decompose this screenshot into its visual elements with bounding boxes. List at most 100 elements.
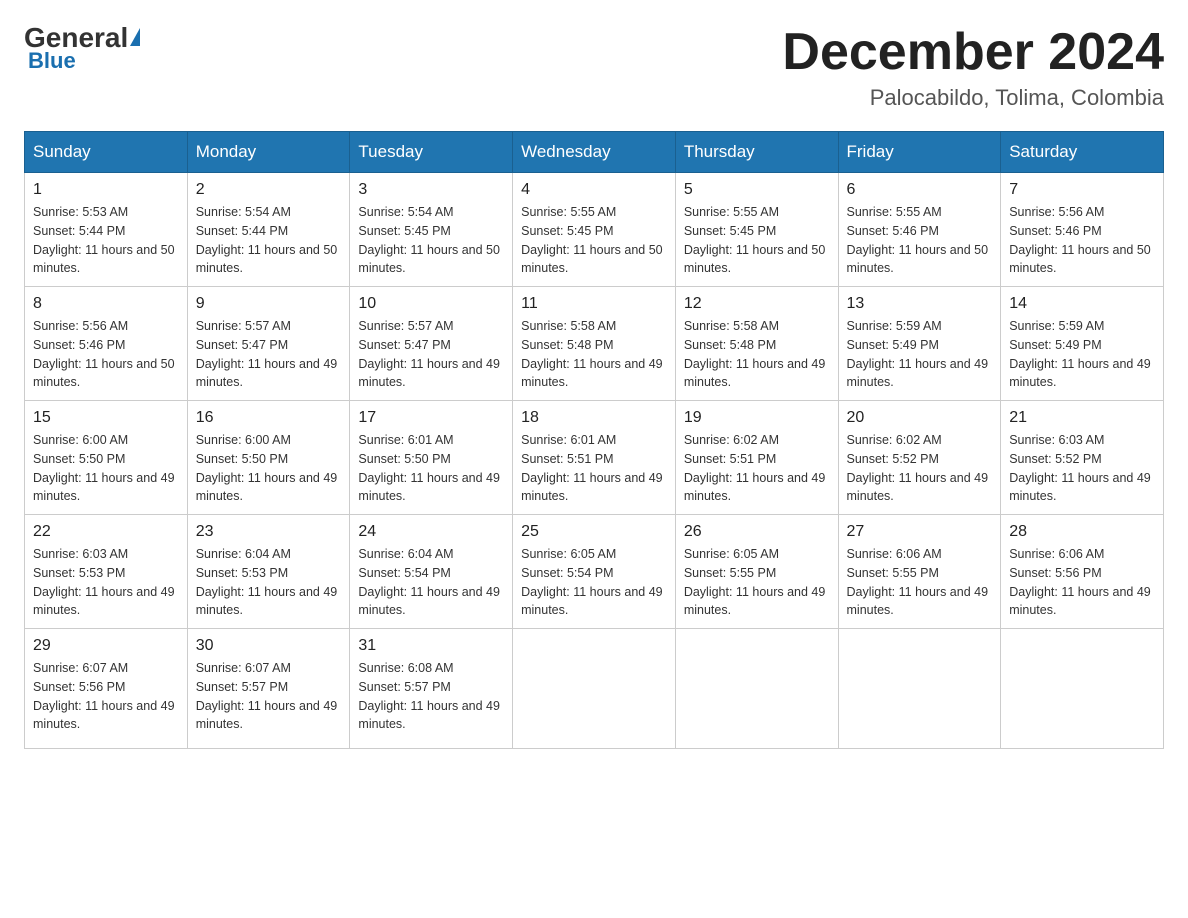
day-info: Sunrise: 6:00 AM Sunset: 5:50 PM Dayligh… (33, 431, 179, 506)
calendar-cell: 26 Sunrise: 6:05 AM Sunset: 5:55 PM Dayl… (675, 515, 838, 629)
day-number: 8 (33, 295, 179, 313)
calendar-cell: 19 Sunrise: 6:02 AM Sunset: 5:51 PM Dayl… (675, 401, 838, 515)
calendar-cell: 22 Sunrise: 6:03 AM Sunset: 5:53 PM Dayl… (25, 515, 188, 629)
day-number: 26 (684, 523, 830, 541)
day-number: 27 (847, 523, 993, 541)
day-number: 10 (358, 295, 504, 313)
day-info: Sunrise: 5:54 AM Sunset: 5:44 PM Dayligh… (196, 203, 342, 278)
day-number: 11 (521, 295, 667, 313)
calendar-cell: 13 Sunrise: 5:59 AM Sunset: 5:49 PM Dayl… (838, 287, 1001, 401)
calendar-cell: 12 Sunrise: 5:58 AM Sunset: 5:48 PM Dayl… (675, 287, 838, 401)
day-info: Sunrise: 5:54 AM Sunset: 5:45 PM Dayligh… (358, 203, 504, 278)
calendar-cell: 14 Sunrise: 5:59 AM Sunset: 5:49 PM Dayl… (1001, 287, 1164, 401)
calendar-cell: 27 Sunrise: 6:06 AM Sunset: 5:55 PM Dayl… (838, 515, 1001, 629)
calendar-cell: 1 Sunrise: 5:53 AM Sunset: 5:44 PM Dayli… (25, 173, 188, 287)
day-number: 15 (33, 409, 179, 427)
day-info: Sunrise: 6:00 AM Sunset: 5:50 PM Dayligh… (196, 431, 342, 506)
calendar-cell: 7 Sunrise: 5:56 AM Sunset: 5:46 PM Dayli… (1001, 173, 1164, 287)
header-monday: Monday (187, 132, 350, 173)
day-info: Sunrise: 6:08 AM Sunset: 5:57 PM Dayligh… (358, 659, 504, 734)
calendar-cell (513, 629, 676, 749)
calendar-cell: 23 Sunrise: 6:04 AM Sunset: 5:53 PM Dayl… (187, 515, 350, 629)
day-number: 2 (196, 181, 342, 199)
calendar-cell: 11 Sunrise: 5:58 AM Sunset: 5:48 PM Dayl… (513, 287, 676, 401)
day-number: 25 (521, 523, 667, 541)
day-info: Sunrise: 5:59 AM Sunset: 5:49 PM Dayligh… (1009, 317, 1155, 392)
calendar-cell: 17 Sunrise: 6:01 AM Sunset: 5:50 PM Dayl… (350, 401, 513, 515)
day-number: 31 (358, 637, 504, 655)
day-info: Sunrise: 5:53 AM Sunset: 5:44 PM Dayligh… (33, 203, 179, 278)
calendar-cell: 16 Sunrise: 6:00 AM Sunset: 5:50 PM Dayl… (187, 401, 350, 515)
day-info: Sunrise: 6:05 AM Sunset: 5:55 PM Dayligh… (684, 545, 830, 620)
day-number: 22 (33, 523, 179, 541)
day-number: 4 (521, 181, 667, 199)
day-number: 20 (847, 409, 993, 427)
calendar-cell: 10 Sunrise: 5:57 AM Sunset: 5:47 PM Dayl… (350, 287, 513, 401)
calendar-cell (675, 629, 838, 749)
week-row-1: 1 Sunrise: 5:53 AM Sunset: 5:44 PM Dayli… (25, 173, 1164, 287)
day-number: 7 (1009, 181, 1155, 199)
calendar-cell: 4 Sunrise: 5:55 AM Sunset: 5:45 PM Dayli… (513, 173, 676, 287)
day-number: 29 (33, 637, 179, 655)
day-number: 5 (684, 181, 830, 199)
header-friday: Friday (838, 132, 1001, 173)
day-number: 18 (521, 409, 667, 427)
location-title: Palocabildo, Tolima, Colombia (782, 85, 1164, 111)
calendar-cell: 15 Sunrise: 6:00 AM Sunset: 5:50 PM Dayl… (25, 401, 188, 515)
day-info: Sunrise: 5:56 AM Sunset: 5:46 PM Dayligh… (33, 317, 179, 392)
calendar-cell: 8 Sunrise: 5:56 AM Sunset: 5:46 PM Dayli… (25, 287, 188, 401)
calendar-cell: 6 Sunrise: 5:55 AM Sunset: 5:46 PM Dayli… (838, 173, 1001, 287)
calendar-table: SundayMondayTuesdayWednesdayThursdayFrid… (24, 131, 1164, 749)
day-number: 9 (196, 295, 342, 313)
calendar-cell: 31 Sunrise: 6:08 AM Sunset: 5:57 PM Dayl… (350, 629, 513, 749)
day-number: 28 (1009, 523, 1155, 541)
month-title: December 2024 (782, 24, 1164, 81)
week-row-3: 15 Sunrise: 6:00 AM Sunset: 5:50 PM Dayl… (25, 401, 1164, 515)
day-number: 13 (847, 295, 993, 313)
header-tuesday: Tuesday (350, 132, 513, 173)
calendar-cell: 5 Sunrise: 5:55 AM Sunset: 5:45 PM Dayli… (675, 173, 838, 287)
day-info: Sunrise: 5:58 AM Sunset: 5:48 PM Dayligh… (521, 317, 667, 392)
day-number: 16 (196, 409, 342, 427)
day-info: Sunrise: 5:57 AM Sunset: 5:47 PM Dayligh… (196, 317, 342, 392)
day-number: 19 (684, 409, 830, 427)
calendar-cell: 9 Sunrise: 5:57 AM Sunset: 5:47 PM Dayli… (187, 287, 350, 401)
day-number: 23 (196, 523, 342, 541)
day-info: Sunrise: 6:02 AM Sunset: 5:52 PM Dayligh… (847, 431, 993, 506)
calendar-cell: 25 Sunrise: 6:05 AM Sunset: 5:54 PM Dayl… (513, 515, 676, 629)
day-info: Sunrise: 5:57 AM Sunset: 5:47 PM Dayligh… (358, 317, 504, 392)
calendar-cell: 30 Sunrise: 6:07 AM Sunset: 5:57 PM Dayl… (187, 629, 350, 749)
day-info: Sunrise: 6:04 AM Sunset: 5:54 PM Dayligh… (358, 545, 504, 620)
week-row-2: 8 Sunrise: 5:56 AM Sunset: 5:46 PM Dayli… (25, 287, 1164, 401)
calendar-cell: 2 Sunrise: 5:54 AM Sunset: 5:44 PM Dayli… (187, 173, 350, 287)
day-info: Sunrise: 6:03 AM Sunset: 5:53 PM Dayligh… (33, 545, 179, 620)
day-info: Sunrise: 5:55 AM Sunset: 5:45 PM Dayligh… (521, 203, 667, 278)
calendar-cell (838, 629, 1001, 749)
header-sunday: Sunday (25, 132, 188, 173)
calendar-cell: 20 Sunrise: 6:02 AM Sunset: 5:52 PM Dayl… (838, 401, 1001, 515)
calendar-cell: 21 Sunrise: 6:03 AM Sunset: 5:52 PM Dayl… (1001, 401, 1164, 515)
day-number: 3 (358, 181, 504, 199)
day-number: 1 (33, 181, 179, 199)
week-row-5: 29 Sunrise: 6:07 AM Sunset: 5:56 PM Dayl… (25, 629, 1164, 749)
calendar-cell (1001, 629, 1164, 749)
week-row-4: 22 Sunrise: 6:03 AM Sunset: 5:53 PM Dayl… (25, 515, 1164, 629)
day-info: Sunrise: 5:58 AM Sunset: 5:48 PM Dayligh… (684, 317, 830, 392)
calendar-cell: 18 Sunrise: 6:01 AM Sunset: 5:51 PM Dayl… (513, 401, 676, 515)
day-number: 12 (684, 295, 830, 313)
day-info: Sunrise: 6:07 AM Sunset: 5:57 PM Dayligh… (196, 659, 342, 734)
page-header: General Blue December 2024 Palocabildo, … (24, 24, 1164, 111)
day-info: Sunrise: 6:06 AM Sunset: 5:56 PM Dayligh… (1009, 545, 1155, 620)
header-wednesday: Wednesday (513, 132, 676, 173)
day-number: 17 (358, 409, 504, 427)
day-number: 30 (196, 637, 342, 655)
logo-blue-text: Blue (28, 48, 76, 74)
calendar-cell: 3 Sunrise: 5:54 AM Sunset: 5:45 PM Dayli… (350, 173, 513, 287)
day-info: Sunrise: 5:59 AM Sunset: 5:49 PM Dayligh… (847, 317, 993, 392)
day-number: 6 (847, 181, 993, 199)
calendar-header-row: SundayMondayTuesdayWednesdayThursdayFrid… (25, 132, 1164, 173)
logo: General Blue (24, 24, 140, 74)
logo-triangle-icon (130, 28, 140, 46)
day-info: Sunrise: 6:02 AM Sunset: 5:51 PM Dayligh… (684, 431, 830, 506)
day-number: 24 (358, 523, 504, 541)
